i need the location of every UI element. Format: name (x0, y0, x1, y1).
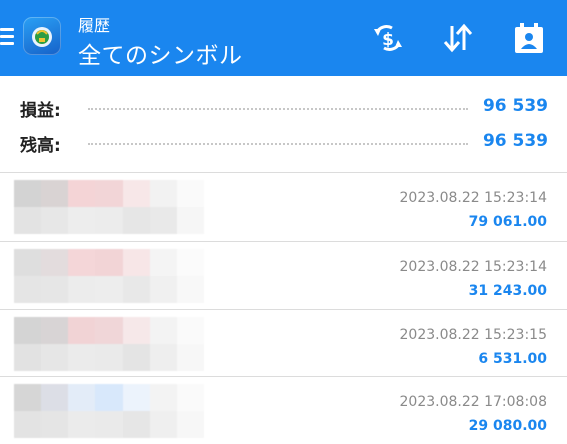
deal-row[interactable]: 2023.08.22 15:23:15 6 531.00 (0, 309, 567, 377)
redacted-area (14, 384, 204, 438)
hamburger-menu-icon[interactable] (0, 26, 14, 48)
deal-row[interactable]: 2023.08.22 15:23:14 31 243.00 (0, 241, 567, 309)
balance-label: 残高: (20, 136, 61, 156)
deal-row[interactable]: 2023.08.22 17:08:08 29 080.00 (0, 376, 567, 444)
app-header: 履歴 全てのシンボル $ (0, 0, 567, 76)
leader-dots (88, 108, 468, 110)
redacted-area (14, 249, 204, 303)
currency-filter-button[interactable]: $ (370, 20, 406, 56)
deal-amount: 6 531.00 (478, 351, 547, 367)
page-title: 履歴 (78, 16, 111, 35)
deal-amount: 79 061.00 (468, 214, 547, 230)
deal-time: 2023.08.22 15:23:15 (399, 327, 548, 343)
deal-amount: 31 243.00 (468, 283, 547, 299)
deal-time: 2023.08.22 15:23:14 (399, 190, 548, 206)
dollar-arrows-icon: $ (374, 25, 402, 51)
app-logo-icon (23, 17, 61, 55)
profit-value: 96 539 (482, 96, 548, 116)
profit-label: 損益: (20, 101, 61, 121)
svg-text:$: $ (382, 30, 394, 50)
symbol-filter-label[interactable]: 全てのシンボル (78, 36, 243, 70)
calendar-person-icon (515, 23, 543, 53)
deal-time: 2023.08.22 17:08:08 (399, 394, 548, 410)
sort-arrows-icon (443, 23, 473, 53)
balance-row: 残高: 96 539 (20, 131, 548, 156)
profit-row: 損益: 96 539 (20, 96, 548, 121)
leader-dots (88, 143, 468, 145)
balance-value: 96 539 (482, 131, 548, 151)
redacted-area (14, 317, 204, 371)
deal-time: 2023.08.22 15:23:14 (399, 259, 548, 275)
deal-row[interactable]: 2023.08.22 15:23:14 79 061.00 (0, 172, 567, 240)
redacted-area (14, 180, 204, 234)
calendar-button[interactable] (511, 20, 547, 56)
sort-button[interactable] (440, 20, 476, 56)
deal-amount: 29 080.00 (468, 418, 547, 434)
